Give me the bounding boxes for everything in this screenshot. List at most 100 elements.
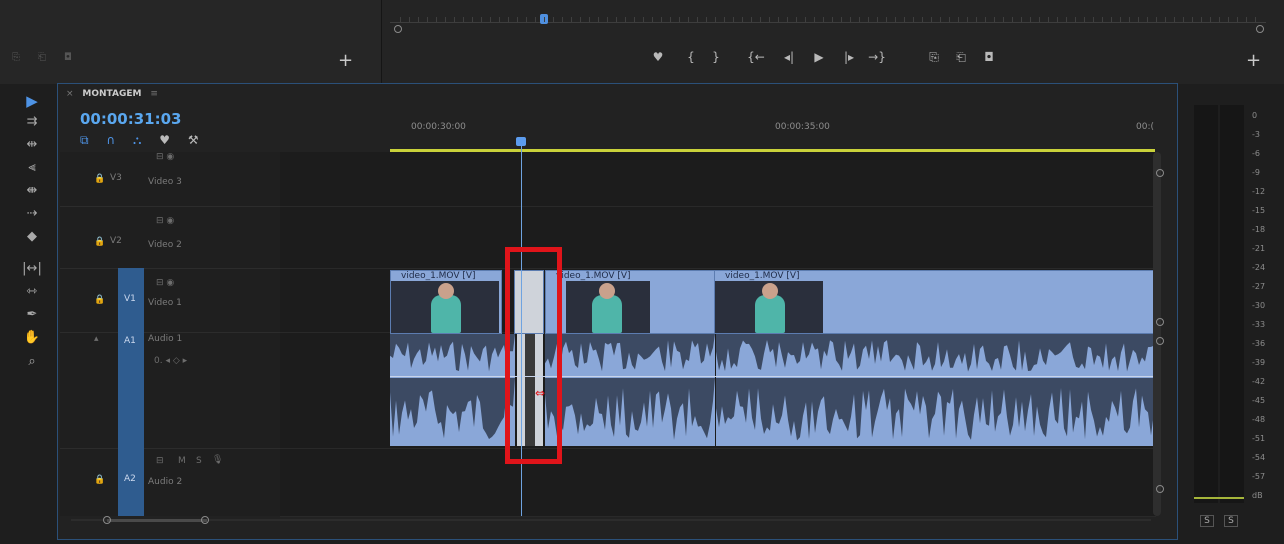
lane-v2[interactable]	[280, 206, 1156, 269]
audio-clip-3[interactable]	[716, 334, 1155, 446]
microphone-icon[interactable]: 🎙	[212, 455, 223, 465]
play-button[interactable]: ▶	[808, 49, 830, 65]
pen-tool-icon[interactable]: ✒	[14, 304, 50, 326]
audio-waveform	[545, 334, 715, 441]
slip-tool-icon[interactable]: |↔|	[14, 258, 50, 280]
toggle-output-icon[interactable]: ⊟ ◉	[156, 278, 174, 288]
db-label: -51	[1252, 434, 1266, 443]
highlight-box	[505, 247, 562, 464]
zoom-tool-icon[interactable]: ⌕	[14, 351, 50, 373]
audio-clip-1[interactable]	[390, 334, 515, 446]
close-icon[interactable]: ×	[66, 89, 74, 99]
lock-icon[interactable]: 🔒	[94, 475, 105, 485]
db-label: -45	[1252, 396, 1266, 405]
video-clip-3[interactable]: video_1.MOV [V]	[714, 270, 1157, 334]
source-patch-a1[interactable]	[118, 332, 144, 448]
sequence-tab[interactable]: × MONTAGEM ≡	[66, 89, 158, 99]
db-label: -30	[1252, 301, 1266, 310]
lock-icon[interactable]: 🔒	[94, 174, 105, 184]
db-label: -12	[1252, 187, 1266, 196]
track-name: Video 1	[148, 298, 182, 308]
rolling-edit-tool-icon[interactable]: ⫷	[14, 157, 50, 179]
db-label: -42	[1252, 377, 1266, 386]
toggle-output-icon[interactable]: ⊟	[156, 456, 164, 466]
step-forward-button[interactable]: |▸	[838, 49, 860, 65]
go-to-in-button[interactable]: {←	[745, 49, 767, 65]
insert-button[interactable]: ⎘	[923, 49, 945, 65]
zoom-handle[interactable]	[107, 519, 207, 522]
scroll-knob-icon[interactable]	[1156, 169, 1164, 177]
lane-v3[interactable]	[280, 152, 1156, 207]
lane-a2[interactable]	[280, 448, 1156, 517]
clip-label: video_1.MOV [V]	[401, 271, 476, 281]
zoom-handle-left-icon[interactable]	[103, 516, 111, 524]
lock-icon[interactable]: 🔒	[94, 295, 105, 305]
solo-button[interactable]: S	[196, 456, 202, 466]
ripple-edit-tool-icon[interactable]: ⇹	[14, 134, 50, 156]
toggle-output-icon[interactable]: ⊟ ◉	[156, 152, 174, 162]
track-id: V2	[110, 236, 122, 246]
vertical-scrollbar[interactable]	[1153, 152, 1161, 516]
linked-selection-icon[interactable]: ⛬	[133, 133, 141, 147]
db-label: 0	[1252, 111, 1258, 120]
db-label: -27	[1252, 282, 1266, 291]
zoom-handle-right-icon[interactable]	[201, 516, 209, 524]
out-point-icon	[1256, 25, 1264, 33]
collapse-icon[interactable]: ▴	[94, 334, 99, 344]
snap-icon[interactable]: ∩	[106, 133, 115, 147]
selection-tool-icon[interactable]: ▶	[14, 90, 50, 112]
add-marker-button[interactable]: ♥	[647, 49, 669, 65]
db-label: -3	[1252, 130, 1260, 139]
camera-icon[interactable]: ◘	[64, 52, 72, 63]
track-select-tool-icon[interactable]: ⇉	[14, 111, 50, 133]
insert-icon[interactable]: ⎘	[12, 52, 20, 63]
step-back-button[interactable]: ◂|	[778, 49, 800, 65]
slide-tool-icon[interactable]: ⇿	[14, 281, 50, 303]
rate-stretch-tool-icon[interactable]: ⇼	[14, 180, 50, 202]
tools-panel: ▶ ⇉ ⇹ ⫷ ⇼ ⇢ ◆ |↔| ⇿ ✒ ✋ ⌕	[14, 90, 50, 390]
db-label: -33	[1252, 320, 1266, 329]
mark-in-button[interactable]: {	[680, 49, 702, 65]
toggle-output-icon[interactable]: ⊟ ◉	[156, 216, 174, 226]
scroll-knob-icon[interactable]	[1156, 318, 1164, 326]
add-button-right[interactable]: +	[1246, 52, 1261, 70]
razor-slip-tool-icon[interactable]: ⇢	[14, 203, 50, 225]
overwrite-icon[interactable]: ⎗	[38, 52, 46, 63]
db-label: -54	[1252, 453, 1266, 462]
program-mini-timeline[interactable]	[390, 14, 1266, 33]
track-header-v2: ⊟ ◉ 🔒 V2 Video 2	[60, 206, 280, 269]
solo-right-button[interactable]: S	[1224, 515, 1238, 527]
add-marker-icon[interactable]: ♥	[159, 133, 170, 147]
solo-left-button[interactable]: S	[1200, 515, 1214, 527]
horizontal-zoom-scrollbar[interactable]	[71, 516, 1151, 526]
track-header-a1: ▴ A1 Audio 1 0. ◂ ◇ ▸	[60, 332, 280, 449]
audio-waveform	[716, 334, 1155, 441]
clip-label: video_1.MOV [V]	[725, 271, 800, 281]
overwrite-button[interactable]: ⎗	[950, 49, 972, 65]
audio-clip-2[interactable]	[545, 334, 715, 446]
panel-menu-icon[interactable]: ≡	[150, 89, 158, 99]
video-clip-1[interactable]: video_1.MOV [V]	[390, 270, 502, 334]
clip-thumbnail	[715, 281, 823, 333]
mark-out-button[interactable]: }	[705, 49, 727, 65]
export-frame-button[interactable]: ◘	[978, 49, 1000, 65]
mute-button[interactable]: M	[178, 456, 186, 466]
scroll-knob-icon[interactable]	[1156, 337, 1164, 345]
meter-right-channel	[1220, 105, 1244, 503]
db-label: -9	[1252, 168, 1260, 177]
go-to-out-button[interactable]: →}	[866, 49, 888, 65]
nest-icon[interactable]: ⧉	[80, 133, 89, 147]
video-clip-2[interactable]: video_1.MOV [V]	[545, 270, 715, 334]
audio-meters: 0 -3 -6 -9 -12 -15 -18 -21 -24 -27 -30 -33 -36 -39 -42…	[1182, 95, 1280, 535]
keyframe-controls[interactable]: 0. ◂ ◇ ▸	[154, 356, 187, 366]
hand-tool-icon[interactable]: ✋	[14, 327, 50, 349]
db-label: -18	[1252, 225, 1266, 234]
lock-icon[interactable]: 🔒	[94, 237, 105, 247]
timecode-display[interactable]: 00:00:31:03	[80, 110, 182, 128]
wrench-icon[interactable]: ⚒	[188, 133, 199, 147]
track-id: V1	[124, 294, 136, 304]
add-button[interactable]: +	[338, 52, 353, 70]
playhead-handle[interactable]	[516, 137, 526, 146]
razor-tool-icon[interactable]: ◆	[14, 226, 50, 248]
scroll-knob-icon[interactable]	[1156, 485, 1164, 493]
